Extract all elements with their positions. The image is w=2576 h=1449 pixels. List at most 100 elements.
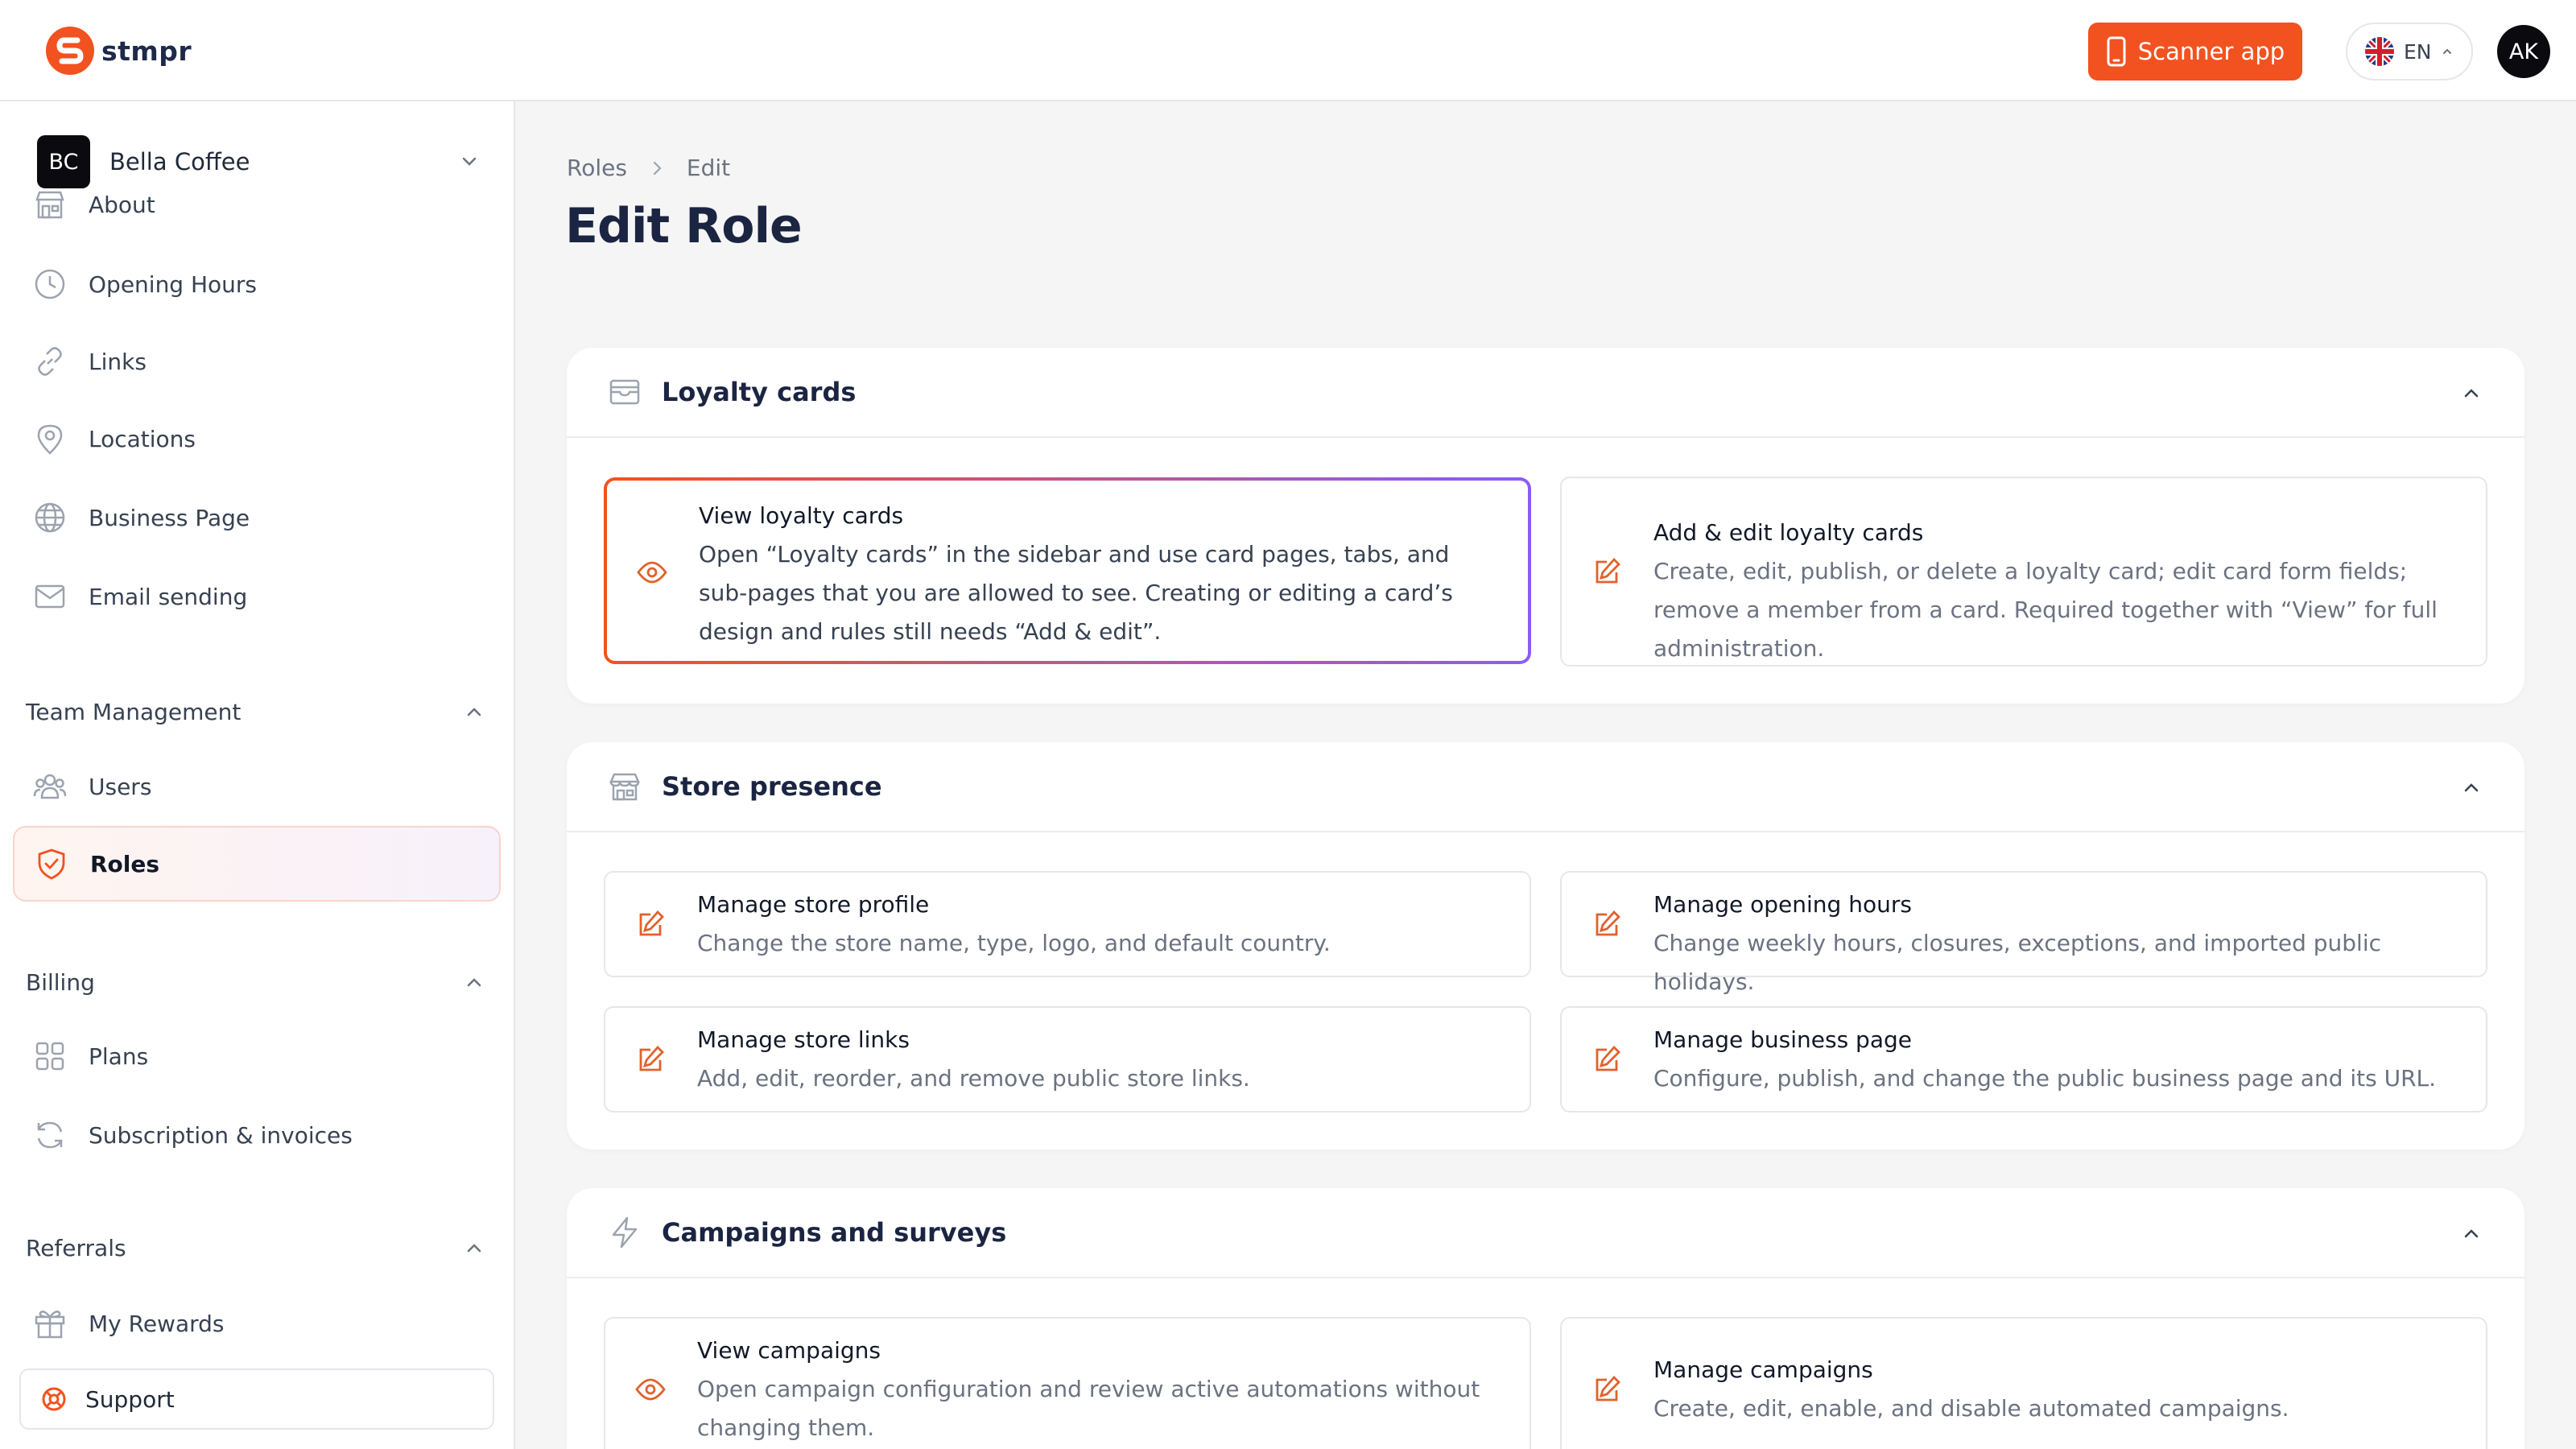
chevron-right-icon xyxy=(653,161,662,175)
permission-description: Create, edit, enable, and disable automa… xyxy=(1653,1395,2289,1422)
gift-icon xyxy=(35,1311,65,1339)
scanner-app-label: Scanner app xyxy=(2137,38,2285,65)
permission-view-campaigns[interactable]: View campaigns Open campaign configurati… xyxy=(604,1317,1531,1449)
breadcrumb-current: Edit xyxy=(686,155,731,181)
permission-title: Manage opening hours xyxy=(1653,891,1912,918)
user-avatar[interactable]: AK xyxy=(2497,25,2550,78)
breadcrumb: Roles Edit xyxy=(567,155,730,181)
sidebar-item-locations[interactable]: Locations xyxy=(32,410,483,468)
section-title: Billing xyxy=(26,968,95,996)
sidebar-item-label: Users xyxy=(89,773,152,800)
globe-icon xyxy=(35,502,65,533)
sidebar-item-business-page[interactable]: Business Page xyxy=(32,489,483,547)
top-bar: stmpr Scanner app EN AK xyxy=(0,0,2576,101)
store-icon xyxy=(35,191,64,219)
section-header[interactable]: Store presence xyxy=(567,742,2524,832)
sidebar-item-label: My Rewards xyxy=(89,1310,225,1337)
section-title: Loyalty cards xyxy=(662,377,857,407)
chevron-up-icon[interactable] xyxy=(2458,380,2484,406)
language-code: EN xyxy=(2404,39,2432,64)
sidebar-item-plans[interactable]: Plans xyxy=(32,1027,483,1085)
permission-manage-campaigns[interactable]: Manage campaigns Create, edit, enable, a… xyxy=(1560,1317,2487,1449)
permission-description: Add, edit, reorder, and remove public st… xyxy=(697,1065,1250,1092)
permission-title: View loyalty cards xyxy=(699,502,904,529)
smartphone-icon xyxy=(2107,36,2126,67)
permission-title: Manage campaigns xyxy=(1653,1356,1873,1383)
edit-icon xyxy=(1596,1045,1620,1071)
breadcrumb-roles-link[interactable]: Roles xyxy=(567,155,627,181)
edit-icon xyxy=(1596,557,1620,584)
edit-icon xyxy=(1596,1375,1620,1402)
section-header[interactable]: Loyalty cards xyxy=(567,348,2524,438)
brand-name: stmpr xyxy=(101,35,192,67)
shield-check-icon xyxy=(38,848,65,880)
sidebar-item-label: Email sending xyxy=(89,583,248,610)
permission-title: Manage business page xyxy=(1653,1026,1912,1053)
support-label: Support xyxy=(85,1385,175,1413)
users-icon xyxy=(33,774,67,799)
permission-title: Manage store links xyxy=(697,1026,910,1053)
permission-description: Configure, publish, and change the publi… xyxy=(1653,1065,2437,1092)
section-title: Referrals xyxy=(26,1234,126,1261)
edit-icon xyxy=(639,1045,664,1071)
sidebar-item-label: Locations xyxy=(89,425,196,452)
sidebar-item-email-sending[interactable]: Email sending xyxy=(32,568,483,625)
sidebar-item-label: Plans xyxy=(89,1042,149,1070)
section-campaigns-surveys: Campaigns and surveys View campaigns Ope… xyxy=(567,1188,2524,1449)
permission-manage-business-page[interactable]: Manage business page Configure, publish,… xyxy=(1560,1006,2487,1113)
permission-view-loyalty-cards[interactable]: View loyalty cards Open “Loyalty cards” … xyxy=(604,477,1531,664)
lifebuoy-icon xyxy=(42,1387,66,1411)
eye-icon xyxy=(635,1378,666,1401)
chevron-up-icon[interactable] xyxy=(2458,1220,2484,1246)
store-name: Bella Coffee xyxy=(109,148,250,175)
section-billing[interactable]: Billing xyxy=(26,963,486,1001)
language-selector[interactable]: EN xyxy=(2346,23,2473,80)
permission-description: Open “Loyalty cards” in the sidebar and … xyxy=(699,541,1453,645)
support-button[interactable]: Support xyxy=(19,1368,494,1430)
sidebar: About BC Bella Coffee Opening Hours Link… xyxy=(0,101,515,1449)
chevron-up-icon xyxy=(467,708,481,716)
permission-title: Add & edit loyalty cards xyxy=(1653,519,1924,546)
permission-description: Change weekly hours, closures, exception… xyxy=(1653,930,2381,995)
sidebar-item-roles[interactable]: Roles xyxy=(13,826,501,902)
chevron-down-icon xyxy=(462,157,477,166)
store-avatar: BC xyxy=(37,135,90,188)
permission-title: View campaigns xyxy=(697,1337,881,1364)
sidebar-item-label: Links xyxy=(89,348,147,375)
scanner-app-button[interactable]: Scanner app xyxy=(2088,23,2302,80)
refresh-icon xyxy=(37,1121,63,1149)
sidebar-item-users[interactable]: Users xyxy=(32,758,483,815)
uk-flag-icon xyxy=(2365,37,2394,66)
permission-add-edit-loyalty-cards[interactable]: Add & edit loyalty cards Create, edit, p… xyxy=(1560,477,2487,667)
permission-description: Create, edit, publish, or delete a loyal… xyxy=(1653,558,2438,662)
chevron-up-icon xyxy=(2442,48,2451,54)
section-title: Store presence xyxy=(662,771,882,802)
permission-manage-store-profile[interactable]: Manage store profile Change the store na… xyxy=(604,871,1531,977)
permission-manage-store-links[interactable]: Manage store links Add, edit, reorder, a… xyxy=(604,1006,1531,1113)
sidebar-item-opening-hours[interactable]: Opening Hours xyxy=(32,255,483,313)
section-store-presence: Store presence Manage store profile Chan… xyxy=(567,742,2524,1150)
page-title: Edit Role xyxy=(565,198,803,254)
section-referrals[interactable]: Referrals xyxy=(26,1228,486,1267)
sidebar-item-label: Business Page xyxy=(89,504,250,531)
chevron-up-icon[interactable] xyxy=(2458,774,2484,800)
section-team-management[interactable]: Team Management xyxy=(26,692,486,731)
map-pin-icon xyxy=(37,424,63,455)
edit-icon xyxy=(639,910,664,936)
store-icon xyxy=(609,773,640,801)
store-switcher[interactable]: BC Bella Coffee xyxy=(37,134,481,190)
sidebar-item-subscription-invoices[interactable]: Subscription & invoices xyxy=(32,1106,483,1164)
sidebar-item-label: Roles xyxy=(90,850,160,877)
brand-logo[interactable]: stmpr xyxy=(45,26,192,76)
section-header[interactable]: Campaigns and surveys xyxy=(567,1188,2524,1278)
sidebar-item-my-rewards[interactable]: My Rewards xyxy=(32,1294,483,1352)
permission-description: Change the store name, type, logo, and d… xyxy=(697,930,1331,956)
sidebar-item-links[interactable]: Links xyxy=(32,332,483,390)
mail-icon xyxy=(35,584,65,609)
chevron-up-icon xyxy=(467,978,481,987)
sidebar-item-label: Subscription & invoices xyxy=(89,1121,353,1149)
permission-manage-opening-hours[interactable]: Manage opening hours Change weekly hours… xyxy=(1560,871,2487,995)
edit-icon xyxy=(1596,910,1620,936)
section-title: Campaigns and surveys xyxy=(662,1217,1007,1248)
permission-title: Manage store profile xyxy=(697,891,930,918)
